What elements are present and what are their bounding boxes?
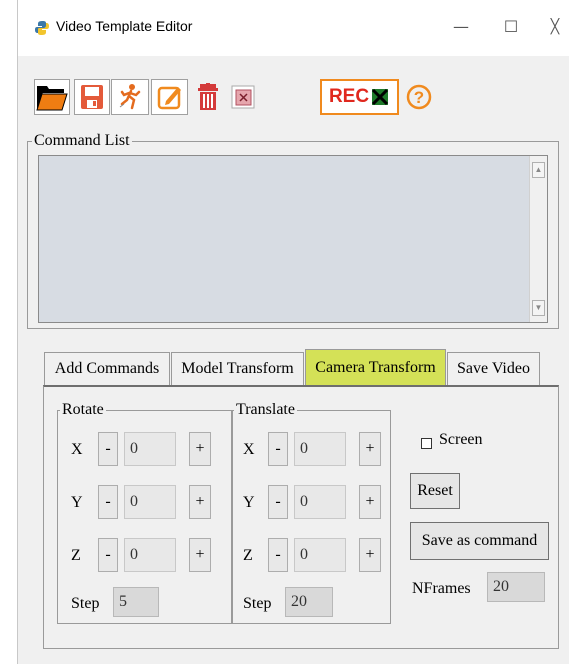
rotate-x-input[interactable]: 0 (124, 432, 176, 466)
rotate-z-input[interactable]: 0 (124, 538, 176, 572)
translate-y-minus-button[interactable]: - (268, 485, 288, 519)
rotate-x-label: X (71, 441, 83, 458)
rotate-step-label: Step (71, 595, 100, 612)
edit-button[interactable] (151, 79, 188, 115)
translate-x-minus-button[interactable]: - (268, 432, 288, 466)
translate-x-plus-button[interactable]: + (359, 432, 381, 466)
tab-add-commands[interactable]: Add Commands (44, 352, 170, 385)
rotate-y-input[interactable]: 0 (124, 485, 176, 519)
translate-z-minus-button[interactable]: - (268, 538, 288, 572)
rotate-x-minus-button[interactable]: - (98, 432, 118, 466)
scroll-up-icon[interactable]: ▲ (532, 162, 545, 178)
close-button[interactable]: ╳ (540, 14, 569, 40)
clear-icon (231, 85, 255, 109)
title-bar: Video Template Editor — ☐ ╳ (18, 0, 569, 56)
tab-model-transform[interactable]: Model Transform (171, 352, 304, 385)
rotate-x-plus-button[interactable]: + (189, 432, 211, 466)
camera-transform-panel: Rotate X - 0 + Y - 0 + Z - 0 + Step 5 Tr… (43, 385, 559, 649)
rotate-y-minus-button[interactable]: - (98, 485, 118, 519)
trash-icon (198, 83, 218, 110)
minimize-button[interactable]: — (446, 14, 476, 40)
rotate-group: Rotate X - 0 + Y - 0 + Z - 0 + Step 5 (57, 400, 233, 624)
maximize-button[interactable]: ☐ (496, 14, 526, 40)
translate-label: Translate (234, 400, 297, 420)
help-button[interactable]: ? (401, 79, 437, 115)
save-disk-icon (81, 85, 103, 109)
command-listbox[interactable]: ▲ ▼ (38, 155, 548, 323)
record-label: REC (328, 86, 370, 107)
run-icon (119, 84, 141, 110)
translate-step-label: Step (243, 595, 272, 612)
open-button[interactable] (34, 79, 70, 115)
window-title: Video Template Editor (56, 18, 193, 34)
translate-z-label: Z (243, 547, 253, 564)
rotate-label: Rotate (60, 400, 106, 420)
clear-button[interactable] (228, 79, 260, 115)
app-window: Video Template Editor — ☐ ╳ REC ? Comman… (17, 0, 569, 664)
translate-x-input[interactable]: 0 (294, 432, 346, 466)
translate-group: Translate X - 0 + Y - 0 + Z - 0 + Step 2… (231, 400, 391, 624)
rotate-y-plus-button[interactable]: + (189, 485, 211, 519)
rotate-step-input[interactable]: 5 (113, 587, 159, 617)
python-icon (35, 21, 49, 35)
delete-button[interactable] (193, 79, 223, 115)
reset-button[interactable]: Reset (410, 473, 460, 509)
help-icon: ? (406, 84, 432, 110)
save-as-command-button[interactable]: Save as command (410, 522, 549, 560)
save-button[interactable] (74, 79, 110, 115)
nframes-label: NFrames (412, 580, 471, 597)
translate-x-label: X (243, 441, 255, 458)
command-list-scrollbar[interactable]: ▲ ▼ (529, 156, 547, 322)
translate-y-input[interactable]: 0 (294, 485, 346, 519)
command-list-group: Command List ▲ ▼ (27, 131, 559, 329)
translate-y-plus-button[interactable]: + (359, 485, 381, 519)
edit-icon (157, 86, 181, 110)
rotate-z-label: Z (71, 547, 81, 564)
open-folder-icon (36, 86, 68, 111)
command-list-label: Command List (32, 131, 132, 151)
rotate-z-minus-button[interactable]: - (98, 538, 118, 572)
nframes-input[interactable]: 20 (487, 572, 545, 602)
rotate-y-label: Y (71, 494, 83, 511)
translate-z-input[interactable]: 0 (294, 538, 346, 572)
scroll-down-icon[interactable]: ▼ (532, 300, 545, 316)
svg-text:?: ? (414, 88, 424, 107)
translate-y-label: Y (243, 494, 255, 511)
record-button[interactable]: REC (320, 79, 399, 115)
tab-save-video[interactable]: Save Video (447, 352, 540, 385)
translate-z-plus-button[interactable]: + (359, 538, 381, 572)
screen-checkbox[interactable] (421, 438, 432, 449)
record-x-icon (372, 88, 389, 106)
rotate-z-plus-button[interactable]: + (189, 538, 211, 572)
tab-camera-transform[interactable]: Camera Transform (305, 349, 446, 385)
run-button[interactable] (111, 79, 149, 115)
screen-label: Screen (439, 431, 483, 448)
translate-step-input[interactable]: 20 (285, 587, 333, 617)
